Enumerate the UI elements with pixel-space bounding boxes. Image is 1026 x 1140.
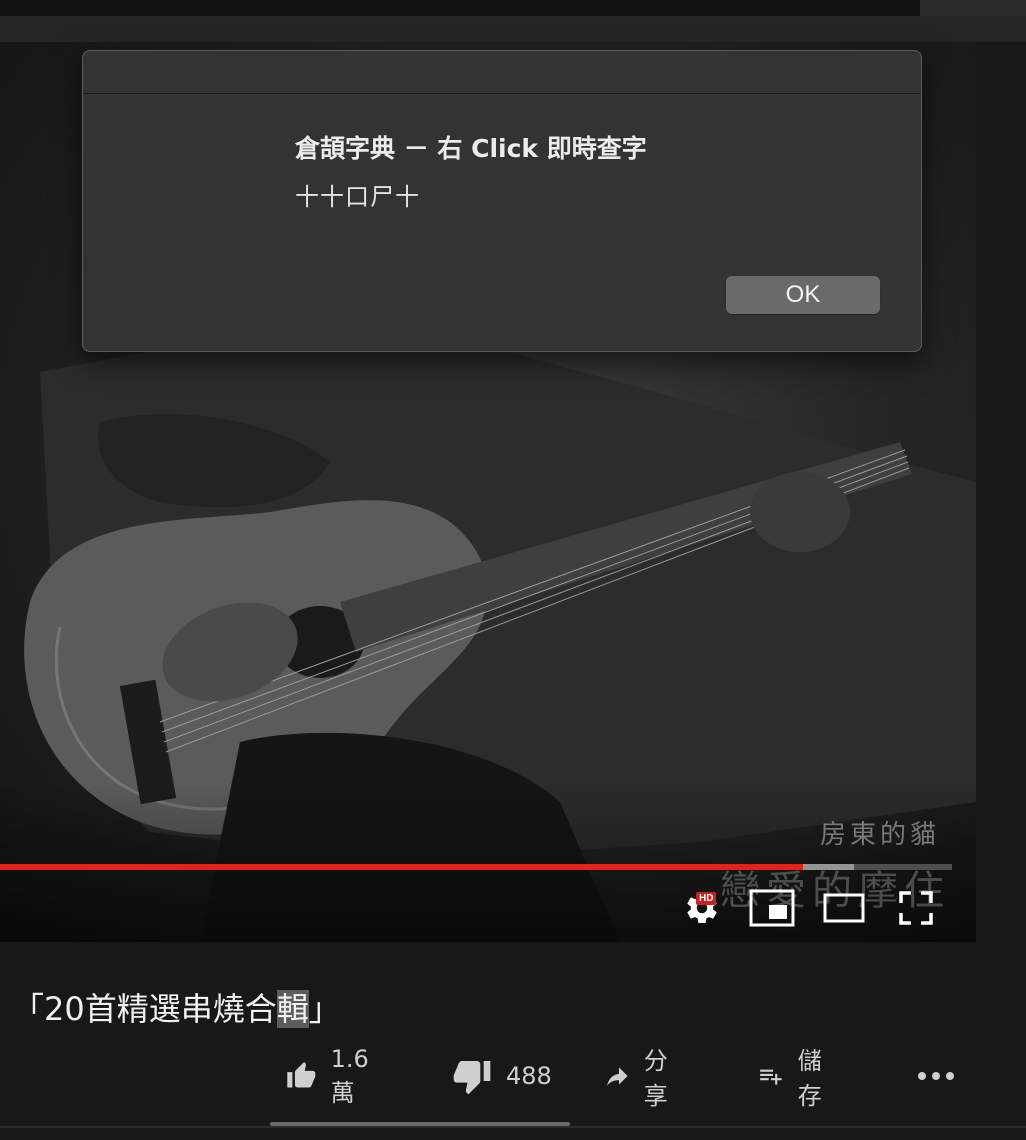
settings-button[interactable]: HD: [678, 886, 726, 930]
browser-top-bar: [0, 0, 1026, 16]
dislike-button[interactable]: 488: [452, 1054, 552, 1098]
theater-mode-icon: [823, 893, 865, 923]
save-button[interactable]: 儲存: [758, 1047, 832, 1110]
browser-tab-strip: [0, 16, 1026, 42]
miniplayer-icon: [749, 889, 795, 927]
like-button[interactable]: 1.6萬: [286, 1045, 378, 1107]
miniplayer-button[interactable]: [748, 886, 796, 930]
fullscreen-button[interactable]: [892, 886, 940, 930]
more-actions-button[interactable]: [916, 1054, 956, 1098]
fullscreen-icon: [899, 891, 933, 925]
thumbs-down-icon: [453, 1061, 491, 1095]
video-title-suffix: 」: [308, 990, 341, 1028]
section-divider: [0, 1126, 1026, 1128]
progress-played: [0, 864, 804, 870]
share-arrow-icon: [607, 1067, 628, 1086]
ok-button[interactable]: OK: [726, 276, 880, 314]
theater-mode-button[interactable]: [820, 886, 868, 930]
dialog-message: 十十口尸十: [295, 183, 420, 211]
save-label: 儲存: [797, 1047, 822, 1110]
dialog-titlebar[interactable]: [83, 51, 921, 94]
video-title-prefix: 「20首精選串燒合: [12, 990, 277, 1028]
browser-top-bar-right: [920, 0, 1026, 16]
dialog-heading: 倉頡字典 － 右 Click 即時查字: [295, 134, 647, 163]
progress-bar[interactable]: [0, 864, 952, 870]
more-horizontal-icon: [918, 1072, 954, 1080]
video-title-selected-char[interactable]: 輯: [276, 990, 309, 1028]
alert-dialog: 倉頡字典 － 右 Click 即時查字 十十口尸十 OK: [82, 50, 922, 352]
dislike-count: 488: [506, 1062, 552, 1090]
watermark-line-1: 房東的貓: [819, 820, 940, 850]
share-label: 分享: [643, 1047, 668, 1110]
hd-badge: HD: [696, 892, 717, 905]
playlist-add-icon: [760, 1069, 782, 1085]
share-button[interactable]: 分享: [604, 1047, 678, 1110]
like-count: 1.6萬: [330, 1044, 369, 1107]
thumbs-up-icon: [287, 1061, 316, 1088]
video-title: 「20首精選串燒合輯」: [12, 984, 341, 1030]
